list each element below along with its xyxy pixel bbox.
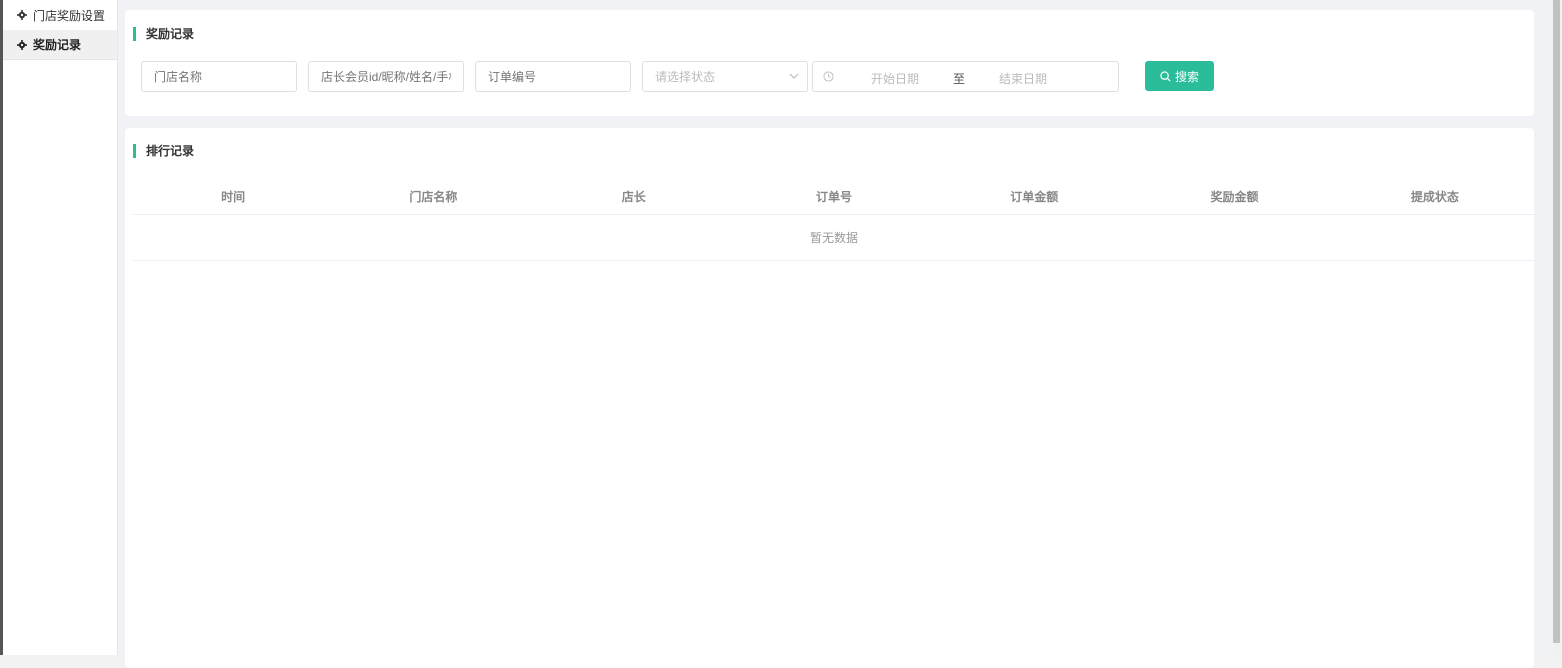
column-header-time[interactable]: 时间 [133, 188, 333, 205]
filter-card: 奖励记录 请选择状态 开始日期 至 [125, 10, 1534, 116]
filter-section-title: 奖励记录 [133, 27, 194, 41]
store-name-input[interactable] [141, 61, 297, 92]
search-button-label: 搜索 [1174, 69, 1199, 84]
column-header-order-amount[interactable]: 订单金额 [934, 188, 1134, 205]
search-icon [1160, 70, 1171, 82]
date-range-separator: 至 [953, 72, 966, 86]
app-frame: 门店奖励设置 奖励记录 奖励记录 请选择状态 [0, 0, 1562, 668]
chevron-down-icon [789, 73, 799, 79]
sidebar-item-label: 门店奖励设置 [33, 8, 106, 23]
column-header-store-name[interactable]: 门店名称 [333, 188, 533, 205]
column-header-manager[interactable]: 店长 [534, 188, 734, 205]
status-select[interactable]: 请选择状态 [642, 61, 808, 92]
column-header-order-number[interactable]: 订单号 [734, 188, 934, 205]
status-select-placeholder: 请选择状态 [655, 70, 716, 84]
scrollbar-thumb[interactable] [1553, 0, 1560, 643]
records-card: 排行记录 时间 门店名称 店长 订单号 订单金额 奖励金额 提成状态 暂无数据 [125, 128, 1535, 668]
column-header-reward-amount[interactable]: 奖励金额 [1134, 188, 1334, 205]
sidebar-item-reward-records[interactable]: 奖励记录 [3, 30, 117, 60]
search-button[interactable]: 搜索 [1145, 61, 1214, 91]
sidebar-item-store-reward-settings[interactable]: 门店奖励设置 [3, 0, 117, 30]
gear-icon [17, 10, 27, 20]
table-empty-state: 暂无数据 [133, 215, 1535, 261]
main-content: 奖励记录 请选择状态 开始日期 至 [118, 0, 1550, 668]
date-end-placeholder: 结束日期 [999, 72, 1048, 86]
gear-icon [17, 39, 27, 50]
sidebar-item-label: 奖励记录 [33, 38, 82, 52]
vertical-scrollbar[interactable] [1550, 0, 1562, 655]
table-header: 时间 门店名称 店长 订单号 订单金额 奖励金额 提成状态 [133, 178, 1535, 215]
sidebar: 门店奖励设置 奖励记录 [3, 0, 118, 655]
order-number-input[interactable] [475, 61, 631, 92]
clock-icon [823, 71, 834, 82]
manager-search-input[interactable] [308, 61, 464, 92]
date-start-placeholder: 开始日期 [871, 72, 920, 86]
column-header-commission-status[interactable]: 提成状态 [1335, 188, 1535, 205]
records-section-title: 排行记录 [133, 144, 194, 158]
date-range-picker[interactable]: 开始日期 至 结束日期 [812, 61, 1119, 92]
records-table: 时间 门店名称 店长 订单号 订单金额 奖励金额 提成状态 暂无数据 [133, 178, 1535, 261]
